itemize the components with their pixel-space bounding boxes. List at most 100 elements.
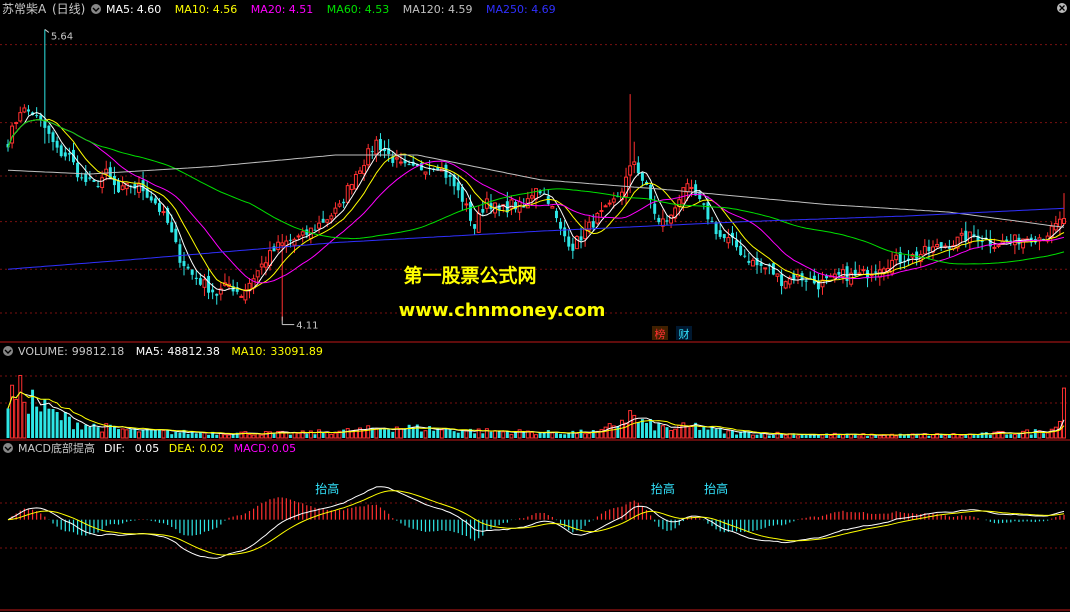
volume-bar — [59, 420, 63, 438]
candle — [288, 233, 292, 248]
volume-bar — [514, 432, 518, 438]
volume-bar — [174, 431, 178, 438]
volume-bar — [63, 411, 67, 438]
candle — [1012, 234, 1017, 255]
collapse-icon[interactable] — [3, 443, 13, 453]
candle — [959, 228, 964, 244]
macd-indicator-value: 0.05 — [135, 442, 160, 455]
volume-bar — [730, 430, 734, 438]
volume-bar — [735, 434, 739, 438]
volume-bar — [14, 398, 19, 439]
volume-bar — [153, 429, 157, 438]
badge[interactable]: 榜 — [652, 326, 668, 341]
candle — [563, 220, 567, 243]
badge-label: 财 — [679, 327, 690, 341]
candle — [517, 196, 522, 221]
candle — [866, 266, 870, 288]
candle — [394, 149, 399, 168]
volume-bar — [988, 434, 992, 438]
candle — [239, 294, 244, 299]
candle — [980, 235, 984, 250]
volume-bar — [1033, 429, 1037, 438]
candle — [47, 124, 51, 144]
volume-bar — [39, 411, 43, 438]
volume-bar — [866, 436, 870, 438]
volume-bar — [222, 434, 227, 439]
candle — [554, 208, 558, 223]
volume-bar — [1025, 429, 1030, 439]
candle — [391, 152, 395, 167]
volume-bars — [6, 374, 1066, 439]
close-icon[interactable] — [1057, 3, 1067, 13]
volume-indicator-value: 33091.89 — [270, 345, 323, 358]
volume-bar — [439, 429, 444, 439]
ma-label: MA10: — [175, 3, 210, 16]
candle — [342, 198, 346, 208]
candle — [906, 250, 910, 266]
candle — [726, 228, 731, 249]
candle — [476, 205, 481, 233]
volume-bar — [456, 432, 460, 438]
candle — [51, 130, 55, 151]
volume-indicator-label: VOLUME: — [18, 345, 68, 358]
macd-histogram — [11, 497, 1065, 541]
volume-bar — [80, 429, 84, 438]
candle — [104, 160, 109, 181]
volume-bar — [636, 422, 640, 438]
candle — [861, 265, 866, 275]
candle — [1045, 232, 1050, 244]
volume-bar — [1042, 433, 1046, 438]
grid-lines — [0, 44, 1070, 549]
volume-bar — [333, 432, 338, 439]
candle — [898, 246, 902, 270]
volume-bar — [186, 434, 190, 438]
volume-bar — [706, 429, 710, 438]
candle — [669, 214, 674, 229]
volume-bar — [579, 429, 583, 438]
candle — [747, 252, 751, 266]
stock-name: 苏常柴A — [2, 2, 47, 16]
volume-bar — [1005, 434, 1009, 438]
volume-bar — [718, 428, 722, 438]
badge[interactable]: 财 — [676, 326, 692, 341]
candle — [710, 216, 714, 223]
candle — [775, 273, 780, 283]
volume-bar — [689, 425, 694, 439]
candle — [783, 280, 788, 290]
volume-bar — [444, 428, 448, 438]
volume-bar — [894, 435, 899, 439]
candle — [321, 210, 325, 223]
candle — [215, 293, 219, 305]
candle — [194, 270, 198, 285]
volume-bar — [804, 435, 808, 438]
volume-bar — [67, 416, 71, 438]
candle — [481, 200, 485, 217]
volume-bar — [247, 433, 252, 439]
volume-bar — [660, 425, 665, 439]
candle — [996, 244, 1001, 249]
volume-ma5-line — [7, 391, 1065, 436]
collapse-icon[interactable] — [3, 346, 13, 356]
volume-bar — [292, 432, 297, 439]
candle — [828, 273, 833, 278]
volume-bar — [100, 431, 105, 439]
volume-indicator-value: 48812.38 — [167, 345, 220, 358]
collapse-icon[interactable] — [91, 4, 101, 14]
candle — [640, 171, 644, 187]
volume-bar — [534, 434, 538, 439]
raise-annotation: 抬高 — [315, 481, 339, 496]
candle — [820, 271, 825, 295]
volume-bar — [828, 435, 833, 439]
volume-bar — [522, 432, 526, 438]
candle — [276, 235, 281, 253]
volume-bar — [750, 434, 755, 439]
candle — [657, 214, 661, 225]
volume-bar — [288, 434, 292, 438]
candle — [514, 199, 518, 213]
volume-bar — [313, 434, 317, 438]
stock-chart-window: 5.64 4.11 苏常柴A (日线) MA5: 4.60 MA10: 4.56 MA20: 4.… — [0, 0, 1070, 612]
macd-indicator-label: DEA: — [169, 442, 195, 455]
volume-bar — [559, 433, 563, 438]
candle — [603, 204, 608, 208]
ma-value: 4.60 — [137, 3, 162, 16]
